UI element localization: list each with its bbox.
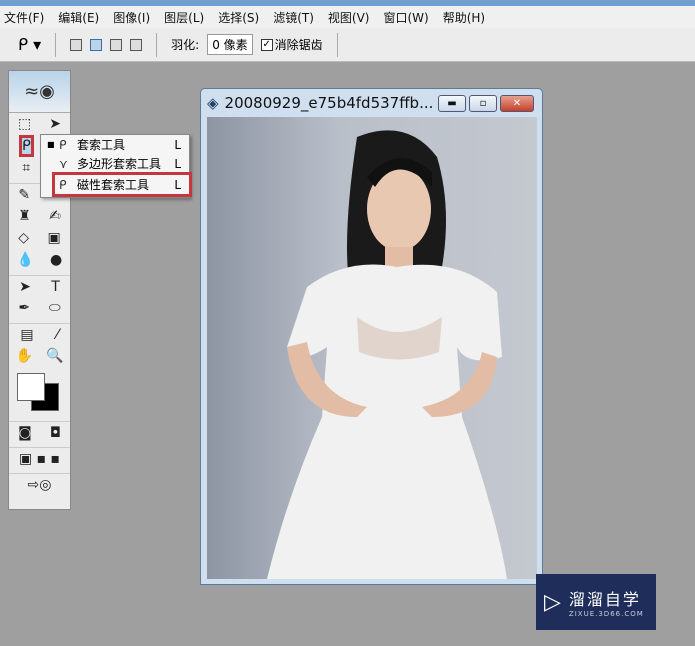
lasso-icon: ᑭ: [59, 137, 67, 152]
zoom-tool-icon[interactable]: 🔍: [46, 348, 63, 364]
canvas-photo[interactable]: [207, 117, 537, 579]
hand-tool-icon[interactable]: ✋: [16, 348, 33, 364]
watermark-logo: ▷ 溜溜自学 ZIXUE.3D66.COM: [536, 574, 656, 630]
minimize-button[interactable]: ▬: [438, 94, 466, 112]
quickmask-mode-icon[interactable]: ◘: [50, 425, 61, 441]
type-tool-icon[interactable]: T: [51, 279, 60, 295]
lasso-preset-icon[interactable]: ᑭ ▾: [18, 35, 41, 54]
divider: [336, 32, 338, 57]
healing-tool-icon[interactable]: ✎: [18, 187, 30, 203]
menu-file[interactable]: 文件(F): [4, 9, 44, 26]
menu-edit[interactable]: 编辑(E): [58, 9, 99, 26]
antialias-label: 消除锯齿: [274, 38, 323, 52]
document-title: 20080929_e75b4fd537ffb...: [224, 94, 434, 112]
lasso-flyout-menu: ■ ᑭ 套索工具 L ⋎ 多边形套索工具 L ᑭ 磁性套索工具 L: [40, 134, 192, 198]
jump-to-imageready-icon[interactable]: ⇨◎: [28, 477, 52, 493]
toolbox-logo: ≈◉: [9, 71, 70, 113]
play-logo-icon: ▷: [544, 589, 561, 615]
close-button[interactable]: ✕: [500, 94, 534, 112]
divider: [156, 32, 158, 57]
menu-view[interactable]: 视图(V): [328, 9, 370, 26]
marquee-tool-icon[interactable]: ⬚: [18, 116, 31, 132]
feather-input[interactable]: 0 像素: [207, 34, 253, 55]
eyedropper-icon[interactable]: ⁄: [56, 327, 58, 343]
path-select-icon[interactable]: ➤: [19, 279, 31, 295]
new-selection-button[interactable]: [70, 38, 83, 51]
flyout-item-magnetic-lasso[interactable]: ᑭ 磁性套索工具 L: [52, 172, 192, 197]
menu-help[interactable]: 帮助(H): [443, 9, 485, 26]
document-window: ◈ 20080929_e75b4fd537ffb... ▬ ▫ ✕: [200, 88, 543, 585]
eraser-tool-icon[interactable]: ◇: [18, 230, 29, 246]
polygon-lasso-icon: ⋎: [59, 156, 68, 171]
blur-tool-icon[interactable]: 💧: [17, 252, 34, 268]
menu-image[interactable]: 图像(I): [113, 9, 150, 26]
document-titlebar[interactable]: ◈ 20080929_e75b4fd537ffb... ▬ ▫ ✕: [201, 89, 542, 117]
intersect-selection-button[interactable]: [130, 38, 143, 51]
flyout-item-polygon-lasso[interactable]: ⋎ 多边形套索工具 L: [41, 154, 189, 173]
screen-mode-icon[interactable]: ▣ ▪ ▪: [19, 451, 60, 467]
shape-tool-icon[interactable]: ⬭: [49, 300, 61, 316]
lasso-tool-icon[interactable]: ᑭ: [19, 135, 34, 157]
antialias-checkbox[interactable]: ✓: [260, 38, 273, 51]
menu-layer[interactable]: 图层(L): [164, 9, 204, 26]
menu-select[interactable]: 选择(S): [218, 9, 259, 26]
pen-tool-icon[interactable]: ✒: [18, 300, 30, 316]
menu-bar: 文件(F) 编辑(E) 图像(I) 图层(L) 选择(S) 滤镜(T) 视图(V…: [0, 6, 695, 28]
dodge-tool-icon[interactable]: ●: [50, 252, 62, 268]
color-swatches[interactable]: [9, 371, 70, 417]
document-icon: ◈: [207, 94, 219, 112]
crop-tool-icon[interactable]: ⌗: [22, 160, 30, 176]
gradient-tool-icon[interactable]: ▣: [48, 230, 61, 246]
stamp-tool-icon[interactable]: ♜: [18, 208, 31, 224]
feather-label: 羽化:: [171, 38, 200, 52]
magnetic-lasso-icon: ᑭ: [59, 177, 67, 192]
menu-filter[interactable]: 滤镜(T): [273, 9, 314, 26]
divider: [55, 32, 57, 57]
standard-mode-icon[interactable]: ◙: [18, 425, 32, 441]
options-bar: ᑭ ▾ 羽化: 0 像素 ✓ 消除锯齿: [0, 28, 695, 62]
subtract-selection-button[interactable]: [110, 38, 123, 51]
menu-window[interactable]: 窗口(W): [383, 9, 428, 26]
add-selection-button[interactable]: [90, 38, 103, 51]
notes-tool-icon[interactable]: ▤: [20, 327, 33, 343]
move-tool-icon[interactable]: ➤: [49, 116, 61, 132]
maximize-button[interactable]: ▫: [469, 94, 497, 112]
history-brush-icon[interactable]: ✍: [49, 208, 61, 224]
flyout-item-lasso[interactable]: ■ ᑭ 套索工具 L: [41, 135, 189, 154]
photo-subject: [267, 130, 507, 579]
